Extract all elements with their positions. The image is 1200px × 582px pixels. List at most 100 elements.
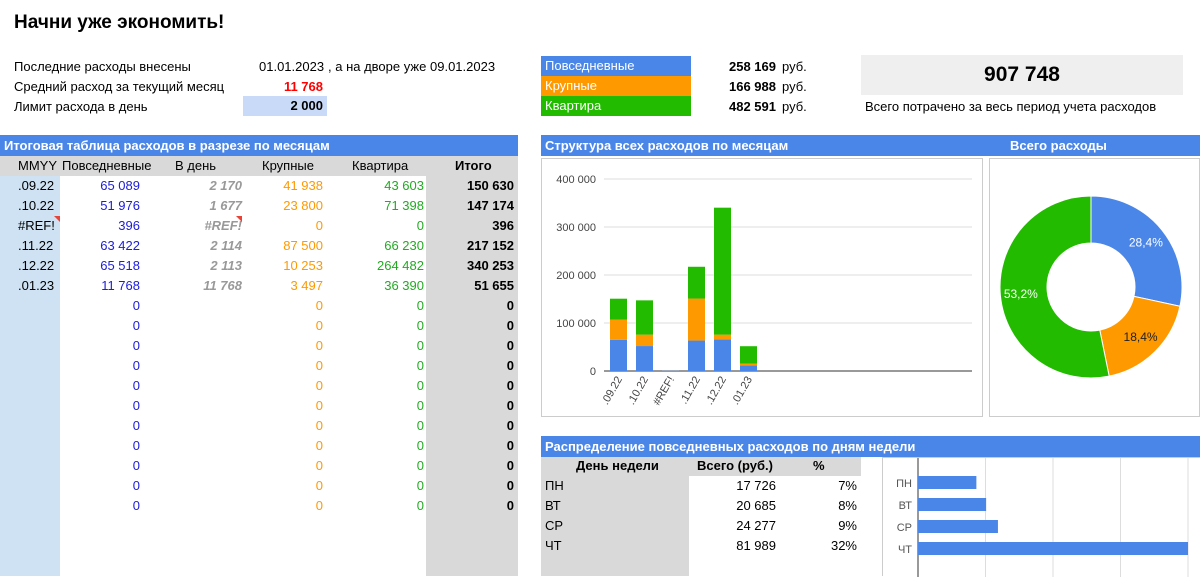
cell-apartment[interactable]: 0 bbox=[330, 416, 424, 436]
donut-slice[interactable] bbox=[1091, 196, 1182, 306]
cell-everyday[interactable]: 51 976 bbox=[60, 196, 140, 216]
bar-segment[interactable] bbox=[688, 341, 705, 371]
last-expenses-date[interactable]: 01.01.2023 bbox=[259, 59, 324, 74]
bar-segment[interactable] bbox=[688, 299, 705, 341]
cell-total[interactable]: 0 bbox=[426, 396, 514, 416]
cell-large[interactable]: 0 bbox=[240, 476, 323, 496]
weekday-percent-cell[interactable]: 8% bbox=[790, 496, 857, 516]
cell-large[interactable]: 0 bbox=[240, 396, 323, 416]
weekday-bar[interactable] bbox=[918, 498, 986, 511]
weekday-percent-cell[interactable]: 9% bbox=[790, 516, 857, 536]
bar-segment[interactable] bbox=[610, 299, 627, 320]
cell-large[interactable]: 0 bbox=[240, 416, 323, 436]
weekday-percent-cell[interactable]: 32% bbox=[790, 536, 857, 556]
bar-segment[interactable] bbox=[714, 335, 731, 340]
cell-apartment[interactable]: 0 bbox=[330, 356, 424, 376]
cell-per-day[interactable]: #REF! bbox=[160, 216, 242, 236]
weekday-sum-cell[interactable]: 24 277 bbox=[690, 516, 776, 536]
cell-total[interactable]: 0 bbox=[426, 296, 514, 316]
cell-everyday[interactable]: 0 bbox=[60, 496, 140, 516]
cell-month[interactable]: .12.22 bbox=[18, 256, 54, 276]
cell-apartment[interactable]: 66 230 bbox=[330, 236, 424, 256]
cell-apartment[interactable]: 43 603 bbox=[330, 176, 424, 196]
cell-apartment[interactable]: 0 bbox=[330, 496, 424, 516]
cell-everyday[interactable]: 396 bbox=[60, 216, 140, 236]
cell-everyday[interactable]: 0 bbox=[60, 356, 140, 376]
weekday-day-cell[interactable]: ПН bbox=[545, 476, 564, 496]
cell-everyday[interactable]: 65 089 bbox=[60, 176, 140, 196]
cell-month[interactable]: .10.22 bbox=[18, 196, 54, 216]
cell-total[interactable]: 396 bbox=[426, 216, 514, 236]
cell-per-day[interactable] bbox=[160, 456, 242, 476]
cell-large[interactable]: 41 938 bbox=[240, 176, 323, 196]
cell-everyday[interactable]: 11 768 bbox=[60, 276, 140, 296]
cell-total[interactable]: 150 630 bbox=[426, 176, 514, 196]
cell-total[interactable]: 0 bbox=[426, 456, 514, 476]
weekday-sum-cell[interactable]: 20 685 bbox=[690, 496, 776, 516]
cell-total[interactable]: 51 655 bbox=[426, 276, 514, 296]
cell-large[interactable]: 0 bbox=[240, 356, 323, 376]
cell-total[interactable]: 0 bbox=[426, 316, 514, 336]
cell-per-day[interactable] bbox=[160, 376, 242, 396]
now-date[interactable]: 09.01.2023 bbox=[430, 59, 495, 74]
cell-apartment[interactable]: 0 bbox=[330, 396, 424, 416]
cell-per-day[interactable] bbox=[160, 396, 242, 416]
bar-segment[interactable] bbox=[610, 340, 627, 371]
cell-everyday[interactable]: 0 bbox=[60, 416, 140, 436]
cell-month[interactable]: .01.23 bbox=[18, 276, 54, 296]
cell-per-day[interactable]: 2 114 bbox=[160, 236, 242, 256]
daily-limit-input[interactable]: 2 000 bbox=[243, 96, 327, 116]
weekday-bar[interactable] bbox=[918, 520, 998, 533]
cell-per-day[interactable] bbox=[160, 496, 242, 516]
cell-apartment[interactable]: 0 bbox=[330, 376, 424, 396]
cell-per-day[interactable] bbox=[160, 436, 242, 456]
bar-segment[interactable] bbox=[714, 208, 731, 335]
cell-everyday[interactable]: 0 bbox=[60, 476, 140, 496]
cell-everyday[interactable]: 65 518 bbox=[60, 256, 140, 276]
cell-apartment[interactable]: 0 bbox=[330, 316, 424, 336]
cell-total[interactable]: 0 bbox=[426, 476, 514, 496]
weekday-day-cell[interactable]: ЧТ bbox=[545, 536, 562, 556]
cell-month[interactable]: #REF! bbox=[18, 216, 55, 236]
cell-per-day[interactable] bbox=[160, 476, 242, 496]
cell-total[interactable]: 340 253 bbox=[426, 256, 514, 276]
cell-apartment[interactable]: 0 bbox=[330, 216, 424, 236]
cell-everyday[interactable]: 0 bbox=[60, 336, 140, 356]
bar-segment[interactable] bbox=[714, 340, 731, 371]
cell-large[interactable]: 10 253 bbox=[240, 256, 323, 276]
cell-total[interactable]: 0 bbox=[426, 336, 514, 356]
cell-per-day[interactable] bbox=[160, 316, 242, 336]
cell-total[interactable]: 147 174 bbox=[426, 196, 514, 216]
cell-per-day[interactable] bbox=[160, 416, 242, 436]
cell-large[interactable]: 87 500 bbox=[240, 236, 323, 256]
cell-apartment[interactable]: 0 bbox=[330, 436, 424, 456]
cell-large[interactable]: 0 bbox=[240, 376, 323, 396]
bar-segment[interactable] bbox=[740, 365, 757, 371]
weekday-sum-cell[interactable]: 17 726 bbox=[690, 476, 776, 496]
weekday-sum-cell[interactable]: 81 989 bbox=[690, 536, 776, 556]
cell-total[interactable]: 0 bbox=[426, 376, 514, 396]
cell-large[interactable]: 0 bbox=[240, 296, 323, 316]
cell-everyday[interactable]: 63 422 bbox=[60, 236, 140, 256]
cell-apartment[interactable]: 0 bbox=[330, 296, 424, 316]
cell-month[interactable]: .11.22 bbox=[18, 236, 53, 256]
cell-large[interactable]: 3 497 bbox=[240, 276, 323, 296]
cell-large[interactable]: 0 bbox=[240, 496, 323, 516]
cell-large[interactable]: 0 bbox=[240, 436, 323, 456]
bar-segment[interactable] bbox=[636, 300, 653, 334]
cell-apartment[interactable]: 0 bbox=[330, 476, 424, 496]
weekday-day-cell[interactable]: ВТ bbox=[545, 496, 561, 516]
cell-apartment[interactable]: 36 390 bbox=[330, 276, 424, 296]
bar-segment[interactable] bbox=[636, 346, 653, 371]
bar-segment[interactable] bbox=[636, 335, 653, 346]
cell-per-day[interactable] bbox=[160, 356, 242, 376]
cell-per-day[interactable]: 2 113 bbox=[160, 256, 242, 276]
cell-per-day[interactable] bbox=[160, 296, 242, 316]
cell-total[interactable]: 0 bbox=[426, 436, 514, 456]
cell-apartment[interactable]: 264 482 bbox=[330, 256, 424, 276]
weekday-bar[interactable] bbox=[918, 476, 976, 489]
cell-apartment[interactable]: 71 398 bbox=[330, 196, 424, 216]
cell-per-day[interactable]: 2 170 bbox=[160, 176, 242, 196]
cell-month[interactable]: .09.22 bbox=[18, 176, 54, 196]
bar-segment[interactable] bbox=[688, 267, 705, 299]
